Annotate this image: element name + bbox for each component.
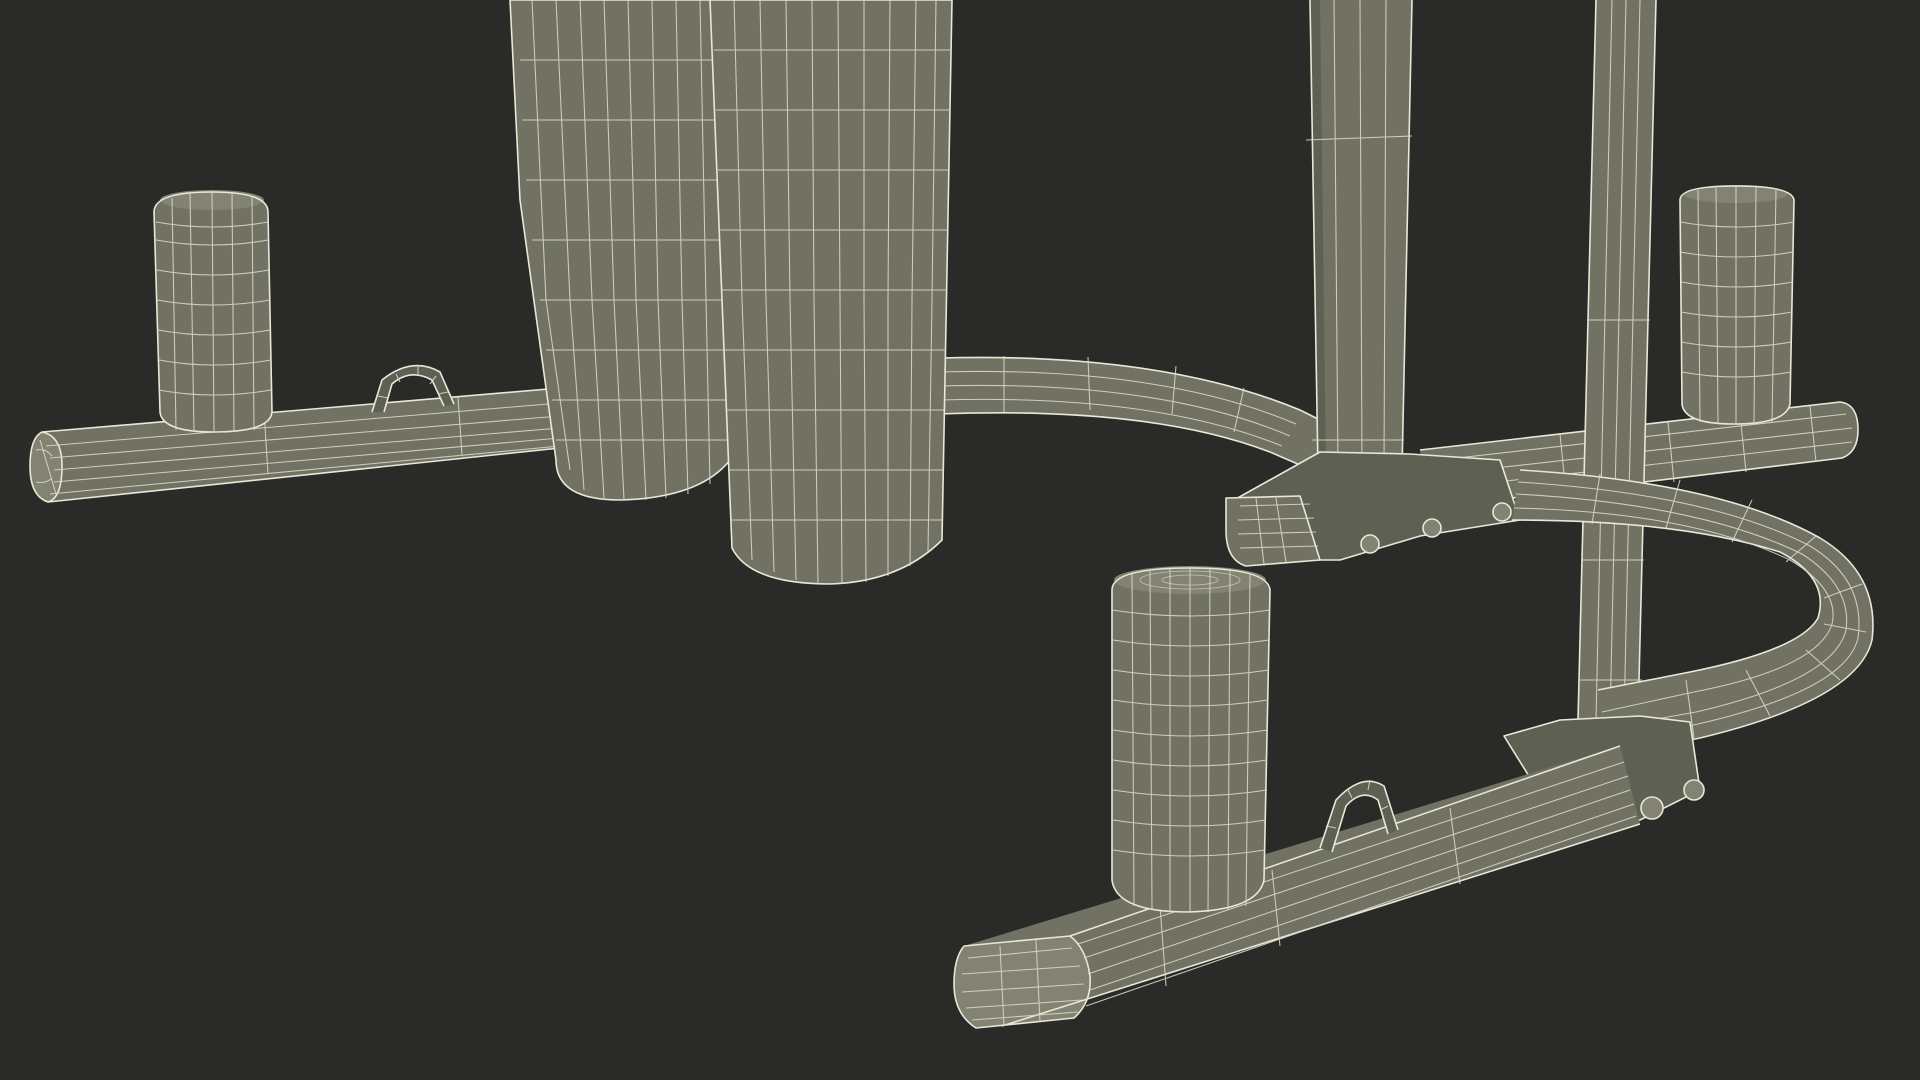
front-big-cushion [1111,566,1271,913]
left-small-cushion [153,190,273,434]
wireframe-render [0,0,1920,1080]
back-vertical-post [1305,0,1413,471]
right-tall-bag [709,0,953,585]
right-small-cushion [1679,185,1795,425]
